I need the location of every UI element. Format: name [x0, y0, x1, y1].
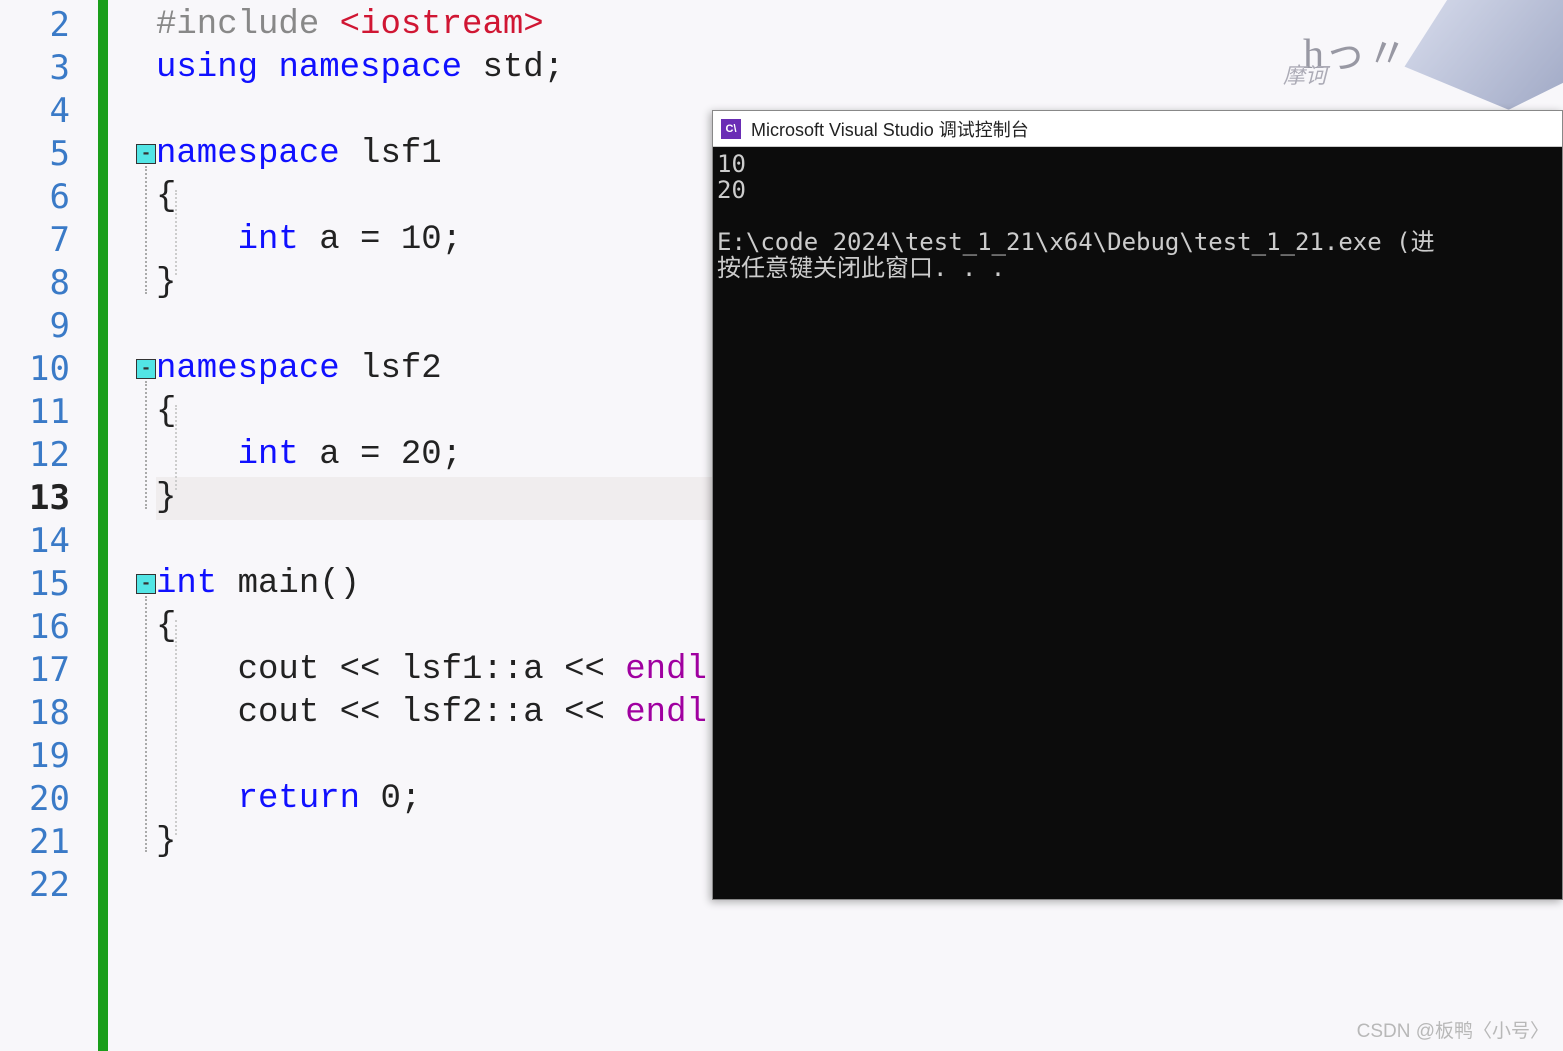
fold-guide-line	[145, 166, 147, 294]
fold-toggle-icon[interactable]: -	[136, 144, 156, 164]
line-number[interactable]: 16	[0, 606, 98, 649]
line-number[interactable]: 9	[0, 305, 98, 348]
indent-guide-line	[175, 190, 177, 275]
decoration-text: 摩诃	[1283, 58, 1327, 90]
console-line: 按任意键关闭此窗口. . .	[717, 254, 1005, 282]
line-number-current[interactable]: 13	[0, 477, 98, 520]
line-number[interactable]: 11	[0, 391, 98, 434]
line-number[interactable]: 20	[0, 778, 98, 821]
indent-guide-line	[175, 620, 177, 835]
line-number[interactable]: 14	[0, 520, 98, 563]
line-number[interactable]: 10	[0, 348, 98, 391]
decoration-shape	[1398, 0, 1563, 118]
console-titlebar[interactable]: C\ Microsoft Visual Studio 调试控制台	[713, 111, 1562, 147]
indent-guide-line	[175, 405, 177, 490]
line-number[interactable]: 8	[0, 262, 98, 305]
line-number[interactable]: 21	[0, 821, 98, 864]
line-number[interactable]: 19	[0, 735, 98, 778]
line-number[interactable]: 18	[0, 692, 98, 735]
line-number[interactable]: 22	[0, 864, 98, 907]
console-line: 20	[717, 176, 746, 204]
line-number[interactable]: 15	[0, 563, 98, 606]
line-number[interactable]: 4	[0, 90, 98, 133]
console-line: 10	[717, 150, 746, 178]
console-line: E:\code 2024\test_1_21\x64\Debug\test_1_…	[717, 228, 1435, 256]
fold-toggle-icon[interactable]: -	[136, 574, 156, 594]
line-number[interactable]: 7	[0, 219, 98, 262]
csdn-watermark: CSDN @板鸭〈小号〉	[1357, 1016, 1549, 1043]
debug-console-window[interactable]: C\ Microsoft Visual Studio 调试控制台 10 20 E…	[712, 110, 1563, 900]
console-output[interactable]: 10 20 E:\code 2024\test_1_21\x64\Debug\t…	[713, 147, 1562, 285]
header-name: <iostream>	[340, 6, 544, 44]
line-number[interactable]: 6	[0, 176, 98, 219]
line-number[interactable]: 3	[0, 47, 98, 90]
line-number-gutter[interactable]: 2 3 4 5 6 7 8 9 10 11 12 13 14 15 16 17 …	[0, 0, 108, 1051]
preprocessor-directive: #include	[156, 6, 340, 44]
line-number[interactable]: 12	[0, 434, 98, 477]
fold-toggle-icon[interactable]: -	[136, 359, 156, 379]
console-title: Microsoft Visual Studio 调试控制台	[751, 116, 1029, 142]
background-decoration: hっ〃 摩诃	[1283, 0, 1563, 120]
line-number[interactable]: 17	[0, 649, 98, 692]
line-number[interactable]: 5	[0, 133, 98, 176]
fold-guide-line	[145, 381, 147, 509]
vs-console-icon: C\	[721, 119, 741, 139]
fold-guide-line	[145, 596, 147, 852]
line-number[interactable]: 2	[0, 4, 98, 47]
